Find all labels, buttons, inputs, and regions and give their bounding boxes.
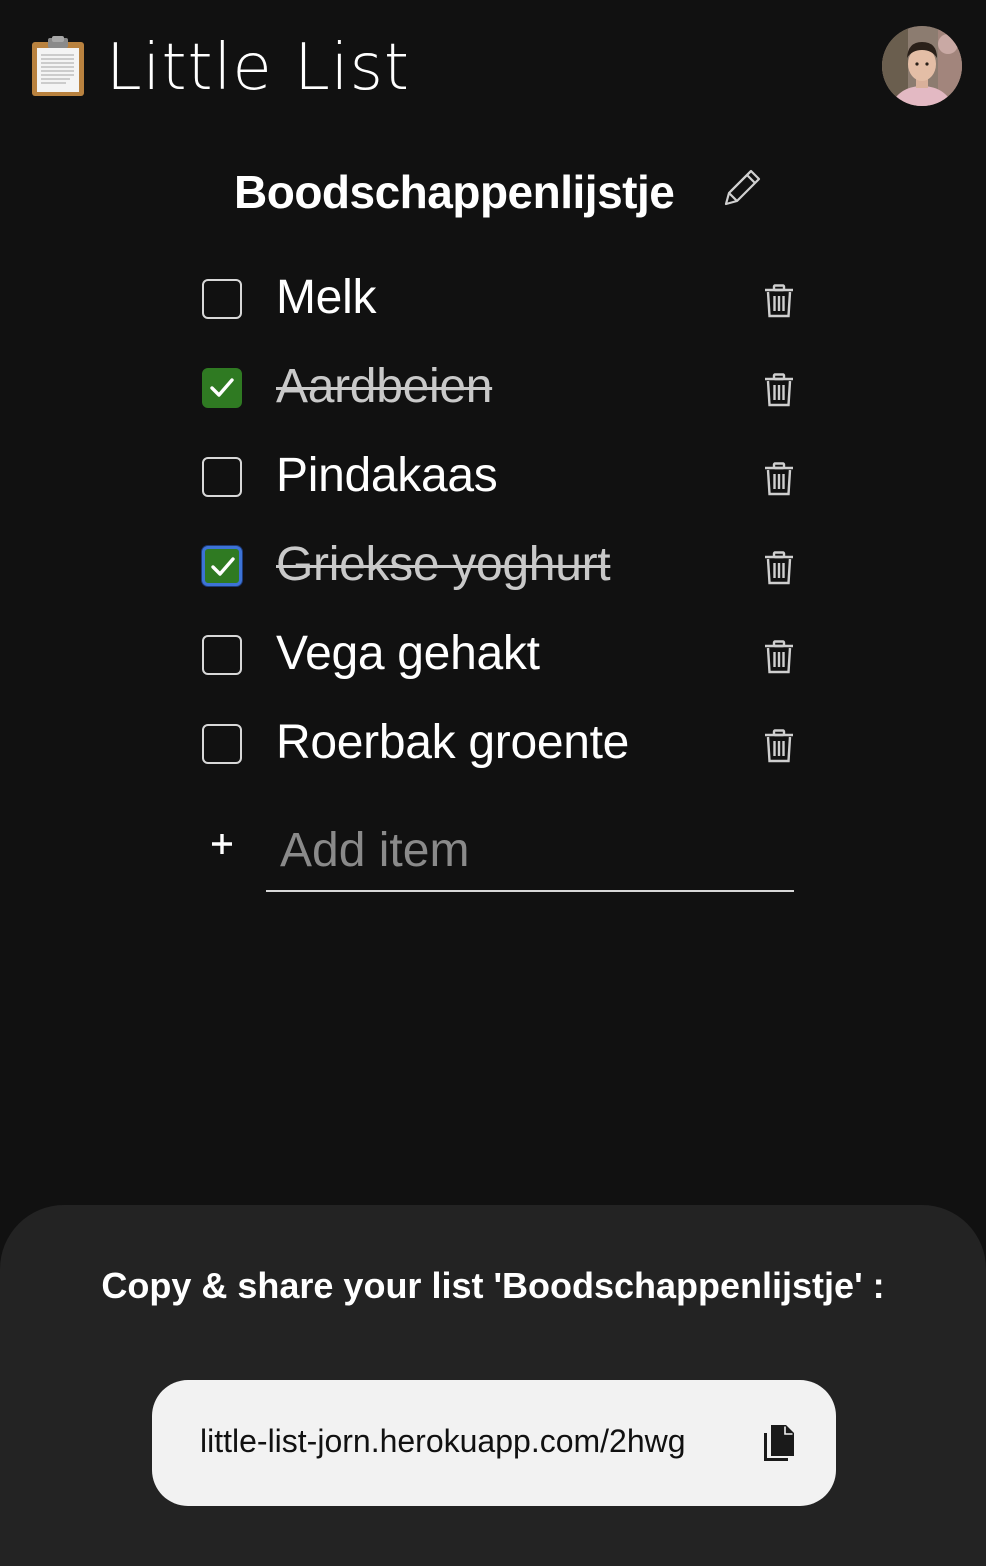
list-item: Aardbeien bbox=[200, 341, 800, 430]
item-label: Roerbak groente bbox=[276, 716, 630, 769]
share-url[interactable]: little-list-jorn.herokuapp.com/2hwg bbox=[200, 1420, 728, 1462]
trash-icon[interactable] bbox=[764, 729, 794, 763]
item-checkbox[interactable] bbox=[202, 457, 242, 497]
item-checkbox[interactable] bbox=[202, 279, 242, 319]
add-item-row bbox=[200, 812, 800, 896]
trash-icon[interactable] bbox=[764, 284, 794, 318]
copy-icon[interactable] bbox=[764, 1425, 796, 1461]
checkmark-icon bbox=[210, 378, 234, 397]
trash-icon[interactable] bbox=[764, 640, 794, 674]
item-label: Pindakaas bbox=[276, 449, 498, 502]
checkmark-icon bbox=[211, 557, 235, 576]
app-title: Little List bbox=[106, 31, 410, 105]
item-label: Vega gehakt bbox=[276, 627, 540, 680]
trash-icon[interactable] bbox=[764, 373, 794, 407]
list-title-row: Boodschappenlijstje bbox=[0, 160, 986, 224]
item-checkbox[interactable] bbox=[202, 546, 242, 586]
share-heading: Copy & share your list 'Boodschappenlijs… bbox=[101, 1265, 885, 1306]
item-checkbox[interactable] bbox=[202, 724, 242, 764]
clipboard-icon bbox=[32, 36, 84, 96]
list-item: Pindakaas bbox=[200, 430, 800, 519]
list-item: Vega gehakt bbox=[200, 608, 800, 697]
list-item: Roerbak groente bbox=[200, 697, 800, 786]
item-checkbox[interactable] bbox=[202, 368, 242, 408]
avatar-photo-icon bbox=[882, 26, 962, 106]
add-item-input[interactable] bbox=[266, 816, 794, 892]
list-item: Griekse yoghurt bbox=[200, 519, 800, 608]
pencil-icon[interactable] bbox=[720, 166, 764, 210]
shopping-list: Melk Aardbeien Pindakaas Griekse yoghurt… bbox=[200, 252, 800, 786]
share-panel: Copy & share your list 'Boodschappenlijs… bbox=[0, 1205, 986, 1566]
share-link-box[interactable]: little-list-jorn.herokuapp.com/2hwg bbox=[152, 1380, 836, 1506]
plus-icon[interactable] bbox=[210, 832, 234, 856]
list-title: Boodschappenlijstje bbox=[234, 166, 675, 218]
user-avatar[interactable] bbox=[882, 26, 962, 106]
trash-icon[interactable] bbox=[764, 551, 794, 585]
item-label: Aardbeien bbox=[276, 360, 493, 413]
item-label: Melk bbox=[276, 271, 377, 324]
list-item: Melk bbox=[200, 252, 800, 341]
trash-icon[interactable] bbox=[764, 462, 794, 496]
app-header: Little List bbox=[0, 0, 986, 140]
item-label: Griekse yoghurt bbox=[276, 538, 611, 591]
item-checkbox[interactable] bbox=[202, 635, 242, 675]
